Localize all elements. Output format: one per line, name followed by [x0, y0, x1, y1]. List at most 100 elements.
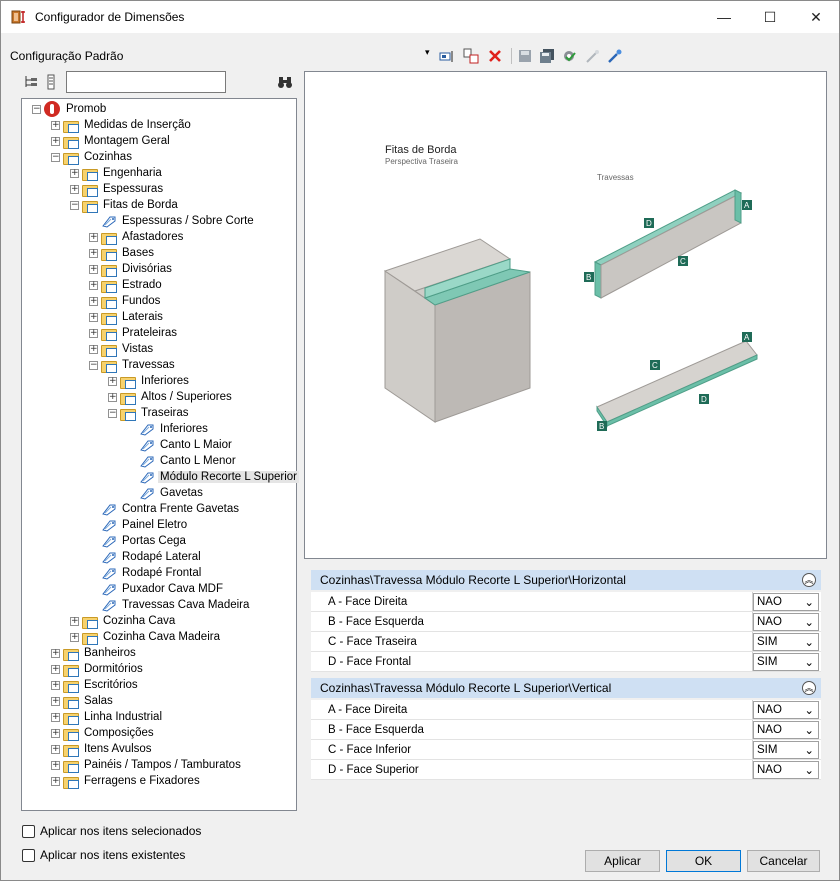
tree-item[interactable]: Contra Frente Gavetas [89, 501, 241, 517]
property-value-select[interactable]: NAO ⌄ [753, 592, 819, 611]
expand-toggle-icon[interactable]: + [89, 296, 98, 306]
apply-button[interactable]: Aplicar [585, 850, 660, 872]
expand-toggle-icon[interactable]: + [51, 664, 60, 674]
expand-toggle-icon[interactable]: + [70, 168, 79, 178]
expand-toggle-icon[interactable]: + [51, 696, 60, 706]
expand-toggle-icon[interactable]: + [51, 760, 60, 770]
tree-item[interactable]: + Laterais [89, 309, 165, 325]
tree-item[interactable]: + Painéis / Tampos / Tamburatos [51, 757, 243, 773]
configuration-dropdown[interactable]: ▾ [425, 47, 430, 58]
expand-toggle-icon[interactable]: + [89, 248, 98, 258]
copy-config-icon[interactable] [463, 48, 479, 64]
tree-item[interactable]: + Cozinha Cava Madeira [70, 629, 222, 645]
tree-root[interactable]: − Promob [32, 101, 108, 117]
tree-item[interactable]: + Escritórios [51, 677, 140, 693]
tree-item[interactable]: Puxador Cava MDF [89, 581, 225, 597]
tree-item[interactable]: + Banheiros [51, 645, 138, 661]
expand-toggle-icon[interactable]: + [51, 648, 60, 658]
property-value-select[interactable]: NAO ⌄ [753, 612, 819, 631]
tree-search-input[interactable] [66, 71, 226, 93]
tree-item[interactable]: Rodapé Frontal [89, 565, 203, 581]
tree-item[interactable]: Rodapé Lateral [89, 549, 203, 565]
checkbox-box[interactable] [22, 848, 35, 862]
ok-button[interactable]: OK [666, 850, 741, 872]
tree-item[interactable]: Travessas Cava Madeira [89, 597, 251, 613]
property-value-select[interactable]: SIM ⌄ [753, 740, 819, 759]
checkbox-box[interactable] [22, 824, 35, 838]
cancel-button[interactable]: Cancelar [747, 850, 820, 872]
tree-item[interactable]: + Afastadores [89, 229, 185, 245]
tree-item[interactable]: + Espessuras [70, 181, 165, 197]
tree-item[interactable]: Painel Eletro [89, 517, 189, 533]
expand-toggle-icon[interactable]: + [70, 184, 79, 194]
tree-item[interactable]: + Itens Avulsos [51, 741, 154, 757]
tree-item[interactable]: − Fitas de Borda [70, 197, 180, 213]
list-view-icon[interactable] [45, 74, 57, 90]
minimize-button[interactable]: — [701, 1, 747, 33]
tree-item[interactable]: + Cozinha Cava [70, 613, 177, 629]
tree-item[interactable]: + Linha Industrial [51, 709, 164, 725]
close-button[interactable]: ✕ [793, 1, 839, 33]
tree-item[interactable]: + Engenharia [70, 165, 164, 181]
binoculars-icon[interactable] [277, 74, 293, 90]
tree-item[interactable]: + Composições [51, 725, 156, 741]
property-value-select[interactable]: NAO ⌄ [753, 760, 819, 779]
property-value-select[interactable]: NAO ⌄ [753, 720, 819, 739]
expand-toggle-icon[interactable]: + [51, 120, 60, 130]
expand-toggle-icon[interactable]: + [70, 616, 79, 626]
group-header[interactable]: Cozinhas\Travessa Módulo Recorte L Super… [311, 570, 821, 590]
collapse-chevron-icon[interactable]: ︽ [802, 573, 816, 587]
tree-item[interactable]: − Cozinhas [51, 149, 134, 165]
tree-view-icon[interactable] [23, 74, 39, 90]
tree-item[interactable]: Inferiores [127, 421, 210, 437]
expand-toggle-icon[interactable]: + [89, 344, 98, 354]
expand-toggle-icon[interactable]: + [51, 680, 60, 690]
tree-item[interactable]: + Fundos [89, 293, 162, 309]
property-value-select[interactable]: NAO ⌄ [753, 700, 819, 719]
property-value-select[interactable]: SIM ⌄ [753, 652, 819, 671]
tree-item[interactable]: + Vistas [89, 341, 155, 357]
expand-toggle-icon[interactable]: + [89, 328, 98, 338]
property-value-select[interactable]: SIM ⌄ [753, 632, 819, 651]
save-all-icon[interactable] [539, 48, 555, 64]
tree-item[interactable]: + Estrado [89, 277, 164, 293]
settings-check-icon[interactable] [561, 48, 577, 64]
collapse-toggle-icon[interactable]: − [51, 152, 60, 162]
tree-item[interactable]: + Bases [89, 245, 156, 261]
delete-icon[interactable] [487, 48, 503, 64]
collapse-toggle-icon[interactable]: − [70, 200, 79, 210]
expand-toggle-icon[interactable]: + [89, 232, 98, 242]
tree-item[interactable]: + Inferiores [108, 373, 191, 389]
expand-toggle-icon[interactable]: + [51, 728, 60, 738]
maximize-button[interactable]: ☐ [747, 1, 793, 33]
tree-item[interactable]: + Prateleiras [89, 325, 179, 341]
group-header[interactable]: Cozinhas\Travessa Módulo Recorte L Super… [311, 678, 821, 698]
expand-toggle-icon[interactable]: + [89, 280, 98, 290]
save-icon[interactable] [517, 48, 533, 64]
tree-item[interactable]: + Medidas de Inserção [51, 117, 193, 133]
tree-item[interactable]: − Traseiras [108, 405, 191, 421]
collapse-toggle-icon[interactable]: − [89, 360, 98, 370]
wand-icon[interactable] [585, 48, 601, 64]
apply-existing-checkbox[interactable]: Aplicar nos itens existentes [22, 848, 185, 862]
expand-toggle-icon[interactable]: + [108, 376, 117, 386]
tree-item[interactable]: Canto L Maior [127, 437, 234, 453]
tree-item[interactable]: + Ferragens e Fixadores [51, 773, 202, 789]
tree-item[interactable]: + Altos / Superiores [108, 389, 234, 405]
expand-toggle-icon[interactable]: + [51, 136, 60, 146]
expand-toggle-icon[interactable]: + [51, 776, 60, 786]
collapse-toggle-icon[interactable]: − [32, 104, 41, 114]
expand-toggle-icon[interactable]: + [51, 712, 60, 722]
expand-toggle-icon[interactable]: + [89, 264, 98, 274]
tree-item[interactable]: + Divisórias [89, 261, 174, 277]
expand-toggle-icon[interactable]: + [108, 392, 117, 402]
tree-item[interactable]: + Montagem Geral [51, 133, 172, 149]
magic-apply-icon[interactable] [607, 48, 623, 64]
tree-item[interactable]: Gavetas [127, 485, 205, 501]
rename-icon[interactable] [439, 48, 455, 64]
collapse-toggle-icon[interactable]: − [108, 408, 117, 418]
tree-item[interactable]: + Dormitórios [51, 661, 145, 677]
tree-item[interactable]: + Salas [51, 693, 115, 709]
tree-item[interactable]: − Travessas [89, 357, 177, 373]
expand-toggle-icon[interactable]: + [89, 312, 98, 322]
